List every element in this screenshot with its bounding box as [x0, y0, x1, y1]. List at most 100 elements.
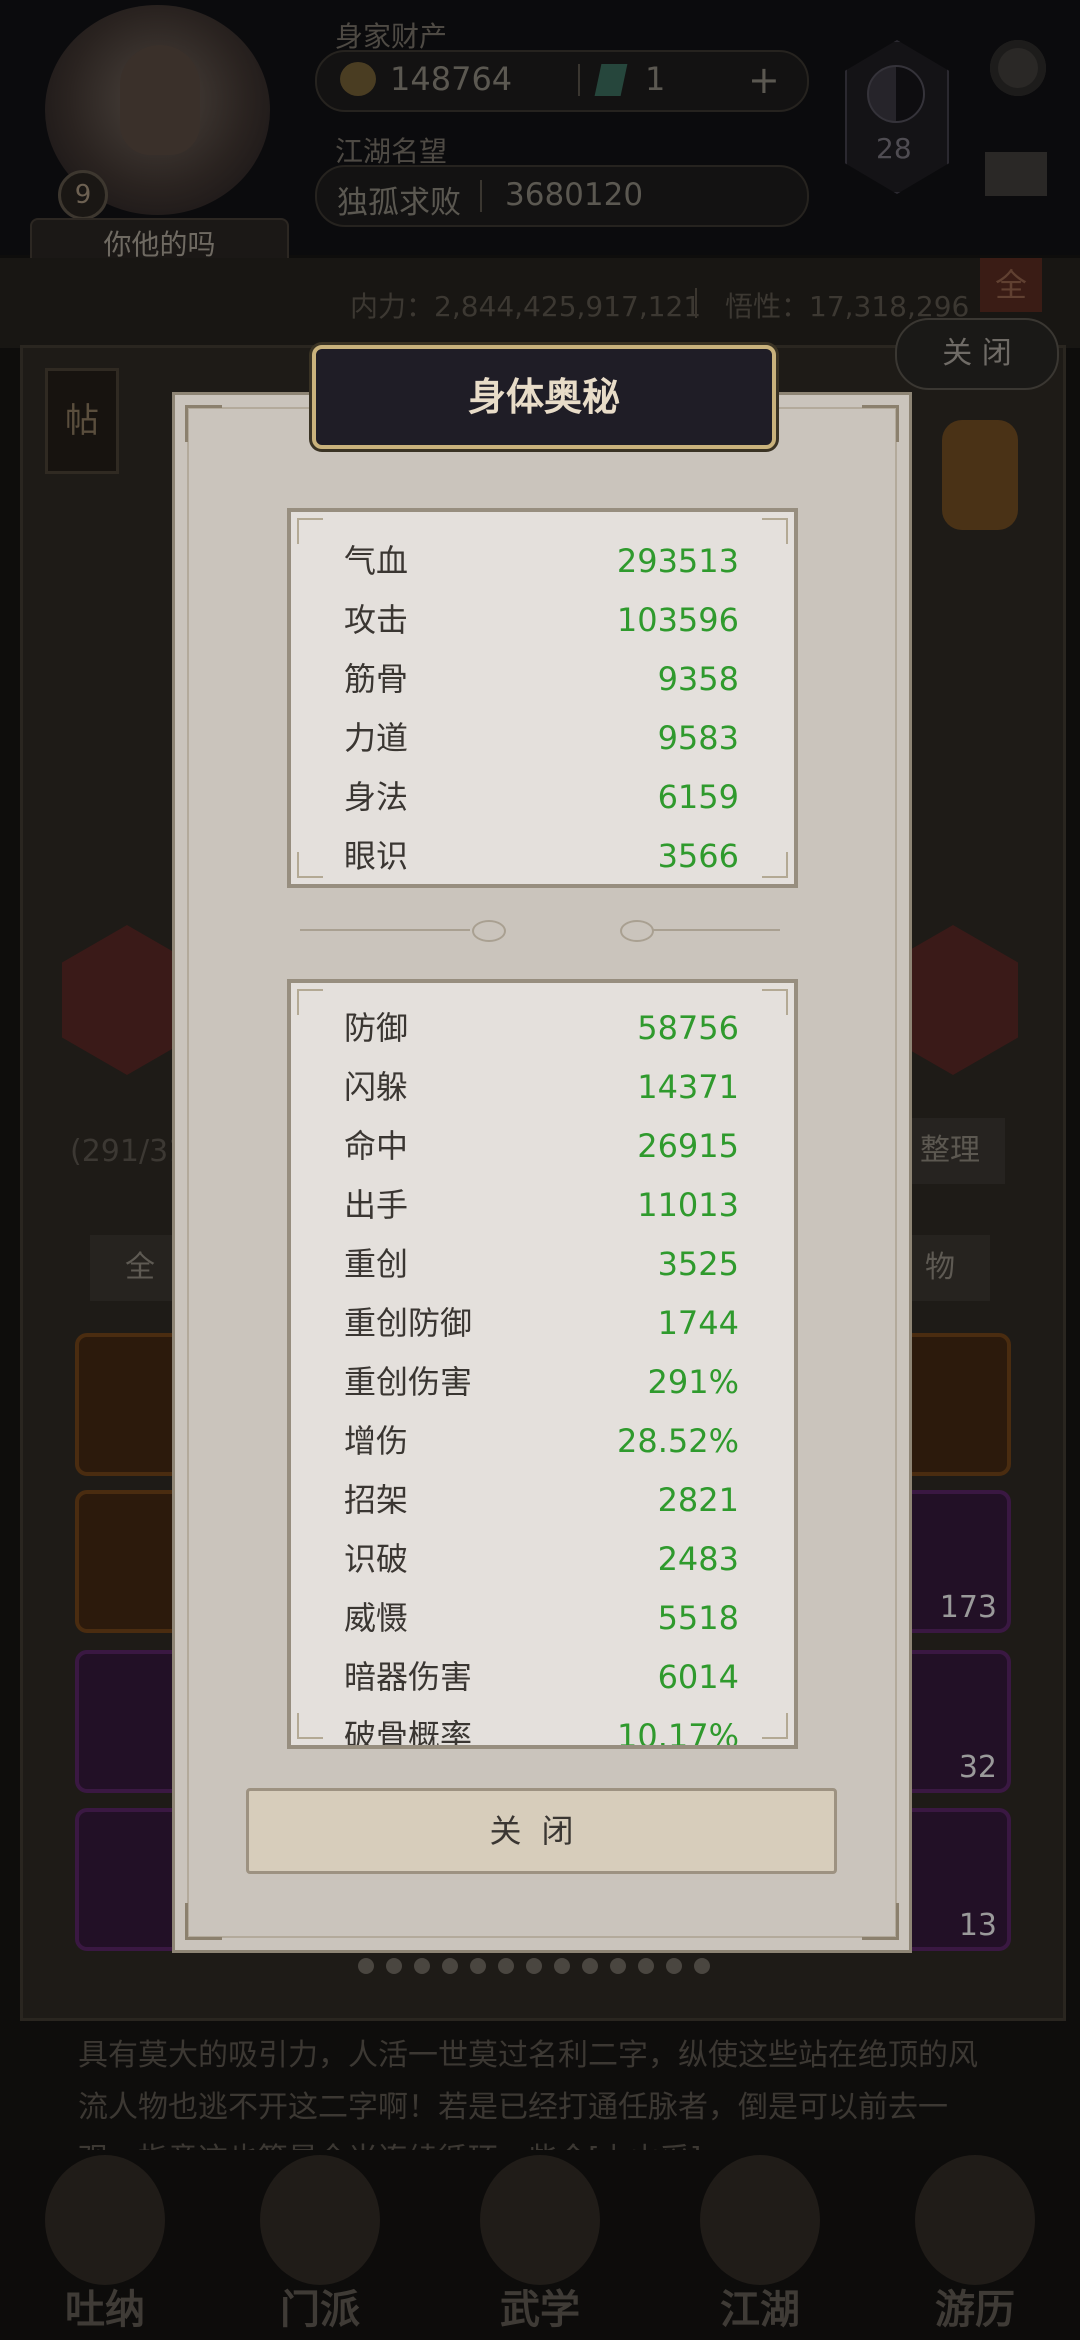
- nav-label: 吐纳: [65, 2287, 145, 2333]
- stat-value: 10.17%: [616, 1717, 739, 1749]
- page-dot: [526, 1958, 542, 1974]
- stat-row: 命中 26915: [344, 1117, 739, 1175]
- corner-ornament: [762, 1713, 788, 1739]
- nav-label: 游历: [935, 2287, 1015, 2333]
- coin-icon: [340, 62, 376, 96]
- power-separator: [695, 288, 697, 318]
- nav-label: 江湖: [720, 2287, 800, 2333]
- stat-row: 重创伤害 291%: [344, 1353, 739, 1411]
- stat-name: 重创防御: [344, 1304, 473, 1342]
- corner-ornament: [762, 989, 788, 1015]
- nav-menpai[interactable]: 门派: [220, 2155, 420, 2335]
- stat-name: 力道: [344, 719, 409, 757]
- corner-ornament: [185, 405, 222, 442]
- section-divider-left: [300, 920, 506, 942]
- stat-value: 3566: [657, 837, 739, 875]
- youli-icon: [915, 2155, 1035, 2285]
- stat-row: 力道 9583: [344, 709, 739, 767]
- tuna-icon: [45, 2155, 165, 2285]
- stat-row: 招架 2821: [344, 1471, 739, 1529]
- item-description: 具有莫大的吸引力，人活一世莫过名利二字，纵使这些站在绝顶的风流人物也逃不开这二字…: [78, 2038, 978, 2150]
- page-dot: [554, 1958, 570, 1974]
- corner-ornament: [297, 518, 323, 544]
- nav-label: 门派: [280, 2287, 360, 2333]
- stat-name: 重创伤害: [344, 1363, 473, 1401]
- page-dot: [386, 1958, 402, 1974]
- stat-name: 暗器伤害: [344, 1658, 473, 1696]
- avatar-face: [120, 45, 200, 155]
- slot-count: 173: [939, 1590, 997, 1625]
- stat-name: 重创: [344, 1245, 409, 1283]
- player-level-badge: 9: [58, 170, 108, 220]
- stat-value: 9358: [657, 660, 739, 698]
- stat-name: 身法: [344, 778, 409, 816]
- secondary-stats-box[interactable]: 防御 58756 闪躲 14371 命中 26915 出手 11013 重创 3525 重…: [287, 979, 798, 1749]
- post-icon[interactable]: 帖: [45, 368, 119, 474]
- stat-row: 增伤 28.52%: [344, 1412, 739, 1470]
- bag-count: (291/31: [70, 1134, 188, 1169]
- stat-name: 攻击: [344, 601, 409, 639]
- fame-value: 3680120: [505, 177, 644, 213]
- page-dot: [414, 1958, 430, 1974]
- stat-name: 增伤: [344, 1422, 409, 1460]
- stat-row: 重创 3525: [344, 1235, 739, 1293]
- stat-name: 眼识: [344, 837, 409, 875]
- corner-ornament: [862, 405, 899, 442]
- nav-jianghu[interactable]: 江湖: [660, 2155, 860, 2335]
- panel-close-button[interactable]: 关 闭: [895, 318, 1059, 390]
- corner-ornament: [297, 989, 323, 1015]
- nav-wuxue[interactable]: 武学: [440, 2155, 640, 2335]
- corner-ornament: [297, 852, 323, 878]
- stat-value: 6014: [657, 1658, 739, 1696]
- mail-icon[interactable]: [985, 152, 1047, 196]
- page-dot: [582, 1958, 598, 1974]
- gear-icon[interactable]: [990, 40, 1046, 96]
- stat-value: 2483: [657, 1540, 739, 1578]
- stat-value: 11013: [637, 1186, 739, 1224]
- stat-value: 9583: [657, 719, 739, 757]
- stat-name: 闪躲: [344, 1068, 409, 1106]
- wealth-separator: [578, 64, 580, 96]
- fame-title: 独孤求败: [337, 185, 461, 221]
- stat-name: 招架: [344, 1481, 409, 1519]
- jianghu-icon: [700, 2155, 820, 2285]
- stat-name: 防御: [344, 1009, 409, 1047]
- all-button[interactable]: 全: [980, 258, 1042, 312]
- modal-close-button[interactable]: 关闭: [246, 1788, 837, 1874]
- stat-row: 破骨概率 10.17%: [344, 1707, 739, 1749]
- nav-tuna[interactable]: 吐纳: [5, 2155, 205, 2335]
- page-dot: [498, 1958, 514, 1974]
- lantern-icon[interactable]: [942, 420, 1018, 530]
- stat-name: 气血: [344, 542, 409, 580]
- wuxue-icon: [480, 2155, 600, 2285]
- inner-power-text: 内力：2,844,425,917,121: [350, 290, 702, 323]
- slot-count: 13: [958, 1908, 997, 1943]
- stat-row: 眼识 3566: [344, 827, 739, 884]
- page-dot: [638, 1958, 654, 1974]
- jade-value: 1: [645, 60, 666, 98]
- stat-value: 1744: [657, 1304, 739, 1342]
- stat-row: 身法 6159: [344, 768, 739, 826]
- stat-name: 识破: [344, 1540, 409, 1578]
- page-indicator: [358, 1958, 710, 1974]
- fame-separator: [480, 180, 482, 212]
- stat-name: 命中: [344, 1127, 409, 1165]
- stat-name: 破骨概率: [344, 1717, 473, 1749]
- divider-line: [300, 929, 470, 931]
- add-currency-button[interactable]: +: [748, 58, 780, 102]
- nav-label: 武学: [500, 2287, 580, 2333]
- stat-value: 6159: [657, 778, 739, 816]
- corner-ornament: [762, 518, 788, 544]
- stat-value: 14371: [637, 1068, 739, 1106]
- coin-value: 148764: [390, 60, 513, 98]
- stat-row: 重创防御 1744: [344, 1294, 739, 1352]
- stat-value: 28.52%: [616, 1422, 739, 1460]
- stat-value: 291%: [647, 1363, 739, 1401]
- divider-knot: [472, 920, 506, 942]
- stat-row: 攻击 103596: [344, 591, 739, 649]
- stat-value: 293513: [616, 542, 739, 580]
- modal-title: 身体奥秘: [467, 375, 620, 419]
- page-dot: [442, 1958, 458, 1974]
- nav-youli[interactable]: 游历: [875, 2155, 1075, 2335]
- stat-row: 威慑 5518: [344, 1589, 739, 1647]
